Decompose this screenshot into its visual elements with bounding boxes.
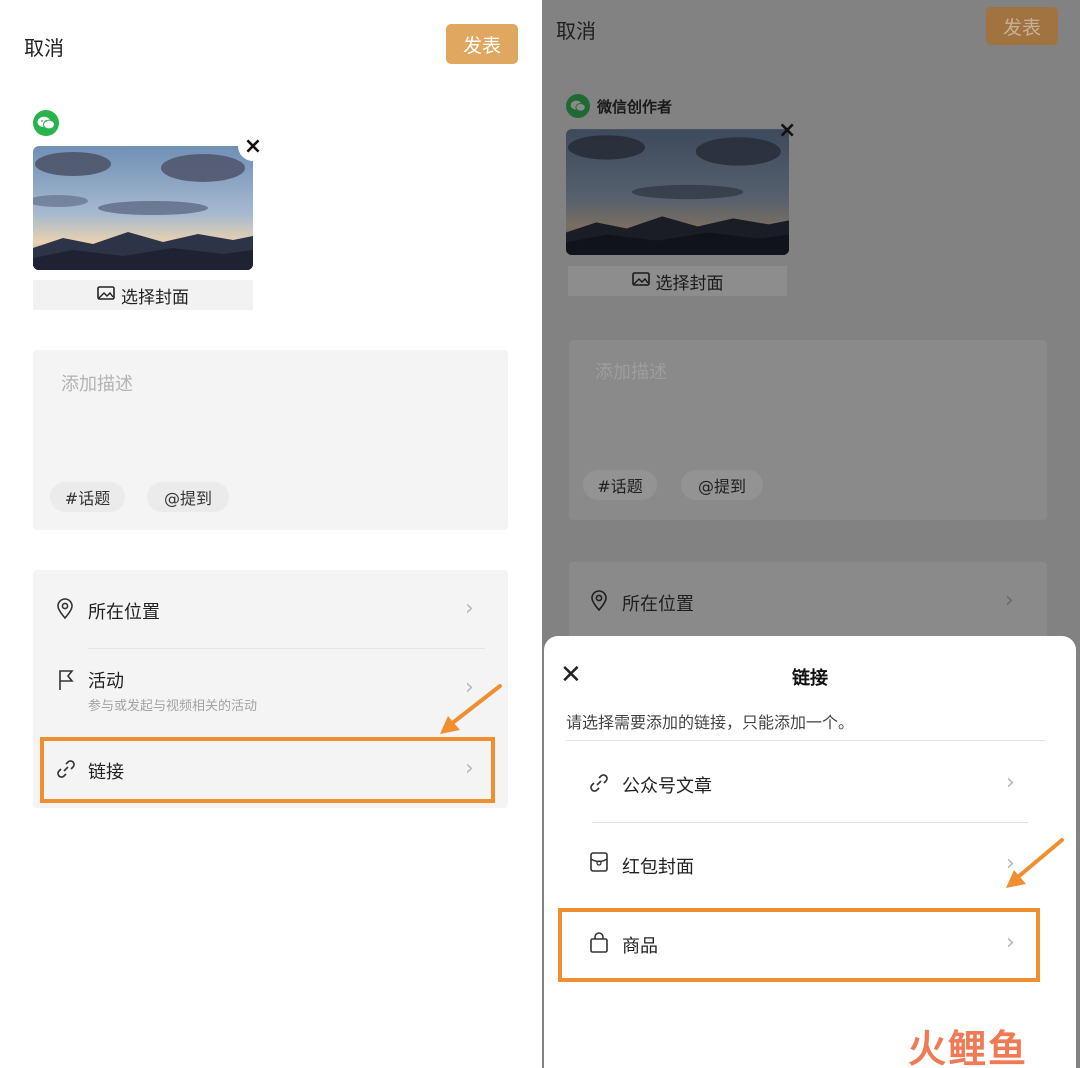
- description-placeholder: 添加描述: [61, 374, 133, 395]
- choose-cover-label: 选择封面: [121, 287, 189, 308]
- mention-chip[interactable]: @提到: [147, 482, 229, 512]
- link-icon: [588, 772, 610, 798]
- chevron-right-icon: ›: [465, 596, 474, 621]
- remove-cover-button[interactable]: ×: [778, 118, 796, 143]
- activity-sublabel: 参与或发起与视频相关的活动: [88, 699, 258, 714]
- video-cover-image[interactable]: [33, 146, 253, 270]
- choose-cover-label: 选择封面: [655, 273, 724, 294]
- activity-label: 活动: [88, 671, 124, 692]
- location-row[interactable]: 所在位置 ›: [33, 570, 508, 648]
- wechat-icon: [566, 94, 590, 118]
- image-icon: [631, 271, 650, 291]
- image-icon: [97, 285, 115, 305]
- sheet-hint: 请选择需要添加的链接，只能添加一个。: [566, 713, 855, 732]
- topic-chip[interactable]: #话题: [583, 470, 657, 500]
- divider: [566, 740, 1046, 741]
- sheet-item-label: 公众号文章: [622, 776, 712, 797]
- choose-cover-button[interactable]: 选择封面: [568, 266, 787, 296]
- choose-cover-button[interactable]: 选择封面: [33, 280, 253, 310]
- brand-watermark: 火鲤鱼: [908, 1018, 1028, 1068]
- video-cover-image[interactable]: [566, 129, 789, 255]
- chevron-right-icon: ›: [1006, 770, 1015, 795]
- compose-screen-left: 取消 发表 × 选择封面 添加描述 #话题 @提到 所在位置 › 活动 参与或发…: [0, 0, 540, 1068]
- wechat-icon: [33, 110, 59, 136]
- description-placeholder: 添加描述: [595, 362, 667, 383]
- sheet-title: 链接: [792, 668, 828, 689]
- chevron-right-icon: ›: [1005, 588, 1014, 613]
- location-pin-icon: [55, 598, 75, 624]
- sheet-item-article[interactable]: 公众号文章 ›: [544, 742, 1076, 822]
- location-label: 所在位置: [622, 594, 694, 615]
- cancel-button[interactable]: 取消: [24, 32, 64, 61]
- location-pin-icon: [589, 590, 609, 616]
- product-row-highlight: [558, 908, 1040, 982]
- topic-chip[interactable]: #话题: [50, 482, 125, 512]
- publish-button[interactable]: 发表: [446, 24, 518, 64]
- remove-cover-button[interactable]: ×: [238, 131, 268, 161]
- cancel-button[interactable]: 取消: [556, 15, 596, 44]
- sheet-item-label: 红包封面: [622, 857, 694, 878]
- compose-screen-right: 取消 发表 微信创作者 × 选择封面 添加描述 #话题 @提到 所在位置 › ✕…: [542, 0, 1080, 1068]
- arrow-annotation-icon: [440, 684, 502, 734]
- description-box[interactable]: 添加描述 #话题 @提到: [569, 340, 1047, 520]
- location-label: 所在位置: [88, 602, 160, 623]
- mention-chip[interactable]: @提到: [681, 470, 763, 500]
- description-box[interactable]: 添加描述 #话题 @提到: [33, 350, 508, 530]
- publish-button[interactable]: 发表: [986, 7, 1058, 45]
- location-row[interactable]: 所在位置 ›: [569, 562, 1047, 642]
- link-row-highlight: [40, 737, 495, 803]
- sheet-item-red-packet[interactable]: 红包封面 ›: [544, 823, 1076, 903]
- red-packet-icon: [589, 851, 609, 877]
- flag-icon: [57, 669, 77, 695]
- account-name: 微信创作者: [597, 98, 673, 116]
- link-bottom-sheet: ✕ 链接 请选择需要添加的链接，只能添加一个。 公众号文章 › 红包封面 › 商: [544, 636, 1076, 1068]
- arrow-annotation-icon: [1006, 838, 1064, 888]
- watermark-text: 火鲤鱼: [908, 1027, 1029, 1068]
